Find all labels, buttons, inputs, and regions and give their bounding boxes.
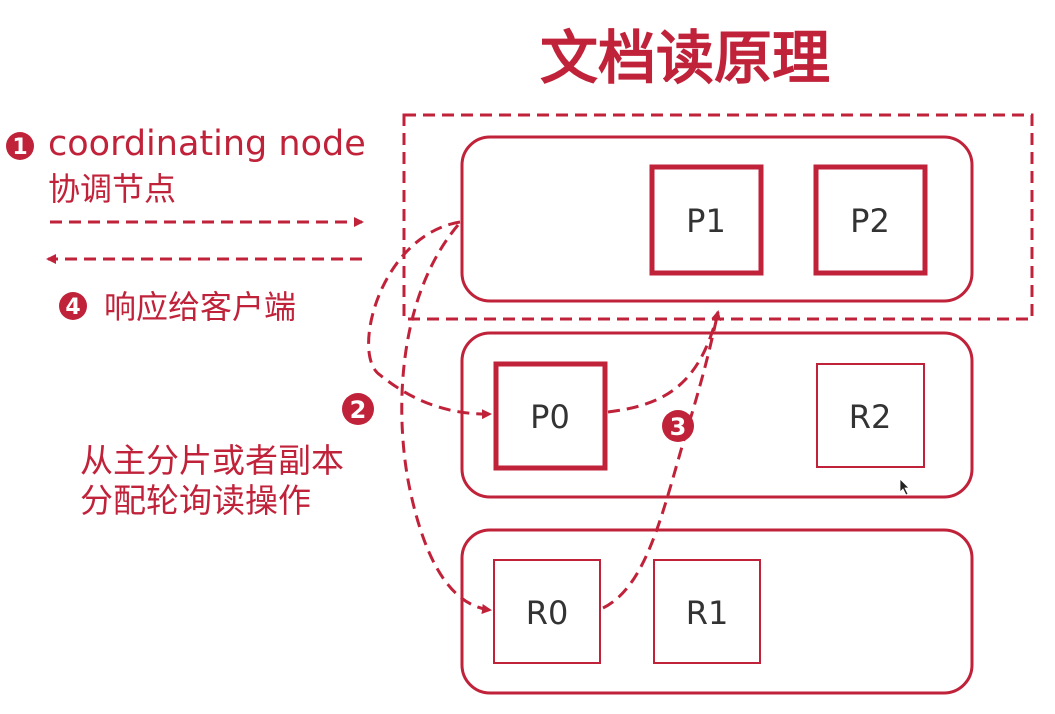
return-arrow-from-p0	[607, 310, 721, 414]
shard-r2-label: R2	[849, 398, 892, 436]
step-2-number: 2	[350, 396, 367, 424]
step-1-number: 1	[12, 135, 27, 160]
step-4-number: 4	[65, 295, 80, 320]
return-arrow-from-r0	[602, 311, 720, 610]
step-4-label: 响应给客户端	[104, 288, 296, 326]
dispatch-arrow-to-r0	[400, 224, 492, 614]
step-3-number: 3	[670, 413, 687, 441]
step-1-sublabel: 协调节点	[48, 170, 176, 208]
shard-p1-label: P1	[686, 202, 726, 240]
step-2-label-line-2: 分配轮询读操作	[80, 481, 311, 520]
read-principle-diagram: 文档读原理 P1 P2 P0 R2 R0 R1 1 coordinating n…	[6, 24, 1034, 695]
shard-r1-label: R1	[686, 594, 729, 632]
shard-r0-label: R0	[526, 594, 569, 632]
shard-p2-label: P2	[850, 202, 890, 240]
page-title: 文档读原理	[540, 24, 830, 92]
step-1-label: coordinating node	[48, 124, 366, 164]
shard-p0-label: P0	[530, 398, 570, 436]
mouse-cursor-icon	[899, 478, 910, 496]
step-2-label-line-1: 从主分片或者副本	[80, 441, 344, 480]
